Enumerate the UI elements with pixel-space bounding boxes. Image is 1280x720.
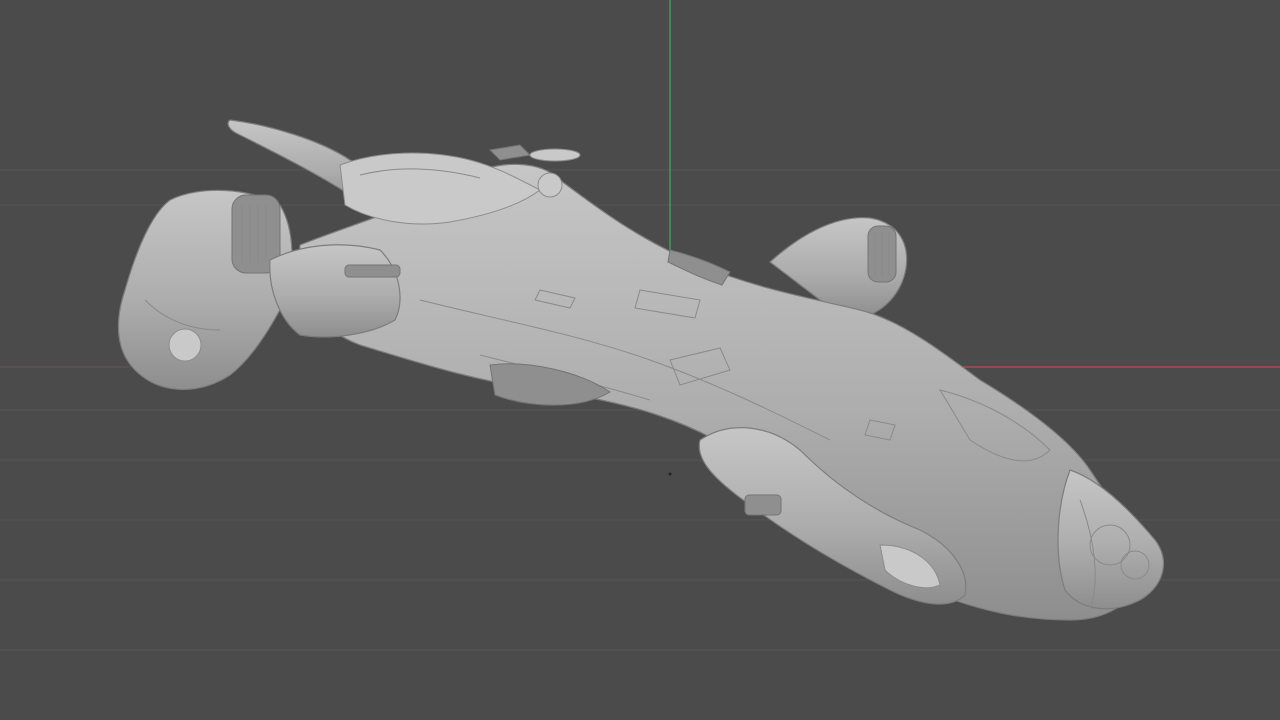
rear-vent xyxy=(744,494,782,516)
dorsal-antenna-disc xyxy=(529,148,581,162)
engine-connector-arm xyxy=(269,244,401,338)
vent-grille xyxy=(344,264,401,278)
dorsal-turret xyxy=(537,172,563,198)
dorsal-sensor xyxy=(488,144,532,161)
rear-thruster-cluster xyxy=(1057,469,1164,610)
pivot-point xyxy=(668,472,672,476)
front-engine-nozzle xyxy=(168,328,202,362)
spaceship-model[interactable] xyxy=(117,119,1164,621)
viewport-canvas[interactable] xyxy=(0,0,1280,720)
main-fuselage xyxy=(298,163,1151,621)
3d-viewport[interactable] xyxy=(0,0,1280,720)
